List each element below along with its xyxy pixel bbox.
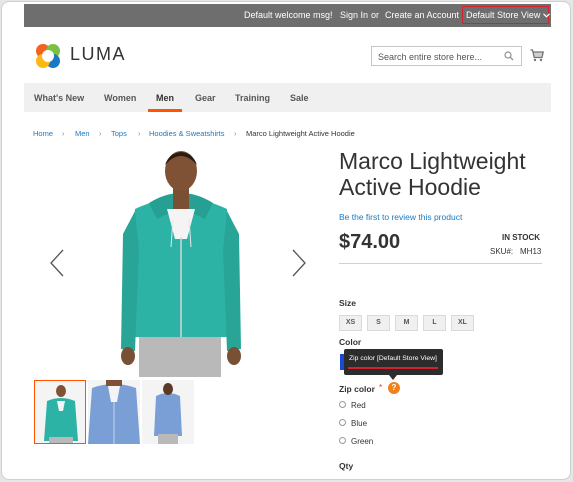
breadcrumb-separator: › bbox=[234, 129, 237, 138]
search-icon[interactable] bbox=[504, 51, 514, 63]
store-view-label: Default Store View bbox=[466, 10, 541, 20]
nav-item-sale[interactable]: Sale bbox=[290, 93, 309, 103]
radio-label-red[interactable]: Red bbox=[351, 401, 366, 410]
tooltip-pointer bbox=[389, 375, 397, 380]
chevron-down-icon bbox=[542, 10, 550, 20]
sign-in-link[interactable]: Sign In bbox=[340, 10, 368, 20]
nav-item-training[interactable]: Training bbox=[235, 93, 270, 103]
color-label: Color bbox=[339, 337, 362, 347]
product-main-image[interactable] bbox=[93, 139, 273, 377]
size-option-s[interactable]: S bbox=[367, 315, 390, 331]
gallery-prev-arrow[interactable] bbox=[49, 249, 65, 282]
browser-frame: Default welcome msg! Sign In or Create a… bbox=[1, 1, 571, 480]
sku-label: SKU#: bbox=[490, 247, 514, 256]
create-account-link[interactable]: Create an Account bbox=[385, 10, 459, 20]
gallery-next-arrow[interactable] bbox=[291, 249, 307, 282]
breadcrumb-current: Marco Lightweight Active Hoodie bbox=[246, 129, 355, 138]
size-option-m[interactable]: M bbox=[395, 315, 418, 331]
top-bar: Default welcome msg! Sign In or Create a… bbox=[24, 4, 551, 27]
welcome-message: Default welcome msg! bbox=[244, 10, 333, 20]
review-link[interactable]: Be the first to review this product bbox=[339, 212, 462, 222]
required-mark: * bbox=[379, 383, 383, 392]
radio-green[interactable] bbox=[339, 437, 346, 444]
nav-active-indicator bbox=[148, 109, 182, 112]
breadcrumb-tops[interactable]: Tops bbox=[111, 129, 127, 138]
breadcrumb-separator: › bbox=[99, 129, 102, 138]
main-nav: What's New Women Men Gear Training Sale bbox=[24, 83, 551, 112]
breadcrumb-hoodies[interactable]: Hoodies & Sweatshirts bbox=[149, 129, 224, 138]
radio-red[interactable] bbox=[339, 401, 346, 408]
breadcrumb-separator: › bbox=[62, 129, 65, 138]
thumbnail-blue-front[interactable] bbox=[88, 380, 140, 444]
or-text: or bbox=[371, 10, 380, 20]
zip-color-label: Zip color bbox=[339, 384, 375, 394]
nav-item-whats-new[interactable]: What's New bbox=[34, 93, 84, 103]
size-option-l[interactable]: L bbox=[423, 315, 446, 331]
nav-item-gear[interactable]: Gear bbox=[195, 93, 216, 103]
breadcrumb-separator: › bbox=[138, 129, 141, 138]
size-option-xl[interactable]: XL bbox=[451, 315, 474, 331]
store-view-switcher[interactable]: Default Store View bbox=[462, 6, 550, 24]
radio-blue[interactable] bbox=[339, 419, 346, 426]
size-option-xs[interactable]: XS bbox=[339, 315, 362, 331]
help-icon[interactable]: ? bbox=[388, 382, 400, 394]
nav-item-women[interactable]: Women bbox=[104, 93, 136, 103]
search-input[interactable]: Search entire store here... bbox=[371, 46, 522, 66]
stock-status: IN STOCK bbox=[502, 233, 541, 242]
cart-icon[interactable] bbox=[530, 49, 545, 67]
thumbnail-front[interactable] bbox=[34, 380, 86, 444]
logo-text[interactable]: LUMA bbox=[70, 44, 126, 65]
breadcrumb-men[interactable]: Men bbox=[75, 129, 90, 138]
nav-item-men[interactable]: Men bbox=[156, 93, 174, 103]
zip-color-tooltip: Zip color [Default Store View] bbox=[344, 349, 443, 375]
sku-value: MH13 bbox=[520, 247, 542, 256]
tooltip-highlight-underline bbox=[348, 367, 438, 369]
search-placeholder: Search entire store here... bbox=[378, 52, 483, 62]
divider bbox=[339, 263, 542, 264]
product-title: Marco Lightweight Active Hoodie bbox=[339, 148, 526, 200]
size-label: Size bbox=[339, 298, 357, 308]
product-price: $74.00 bbox=[339, 231, 401, 253]
radio-label-blue[interactable]: Blue bbox=[351, 419, 367, 428]
breadcrumb-home[interactable]: Home bbox=[33, 129, 53, 138]
thumbnail-blue-back[interactable] bbox=[142, 380, 194, 444]
radio-label-green[interactable]: Green bbox=[351, 437, 373, 446]
qty-label: Qty bbox=[339, 461, 354, 471]
luma-logo-icon[interactable] bbox=[34, 42, 62, 75]
